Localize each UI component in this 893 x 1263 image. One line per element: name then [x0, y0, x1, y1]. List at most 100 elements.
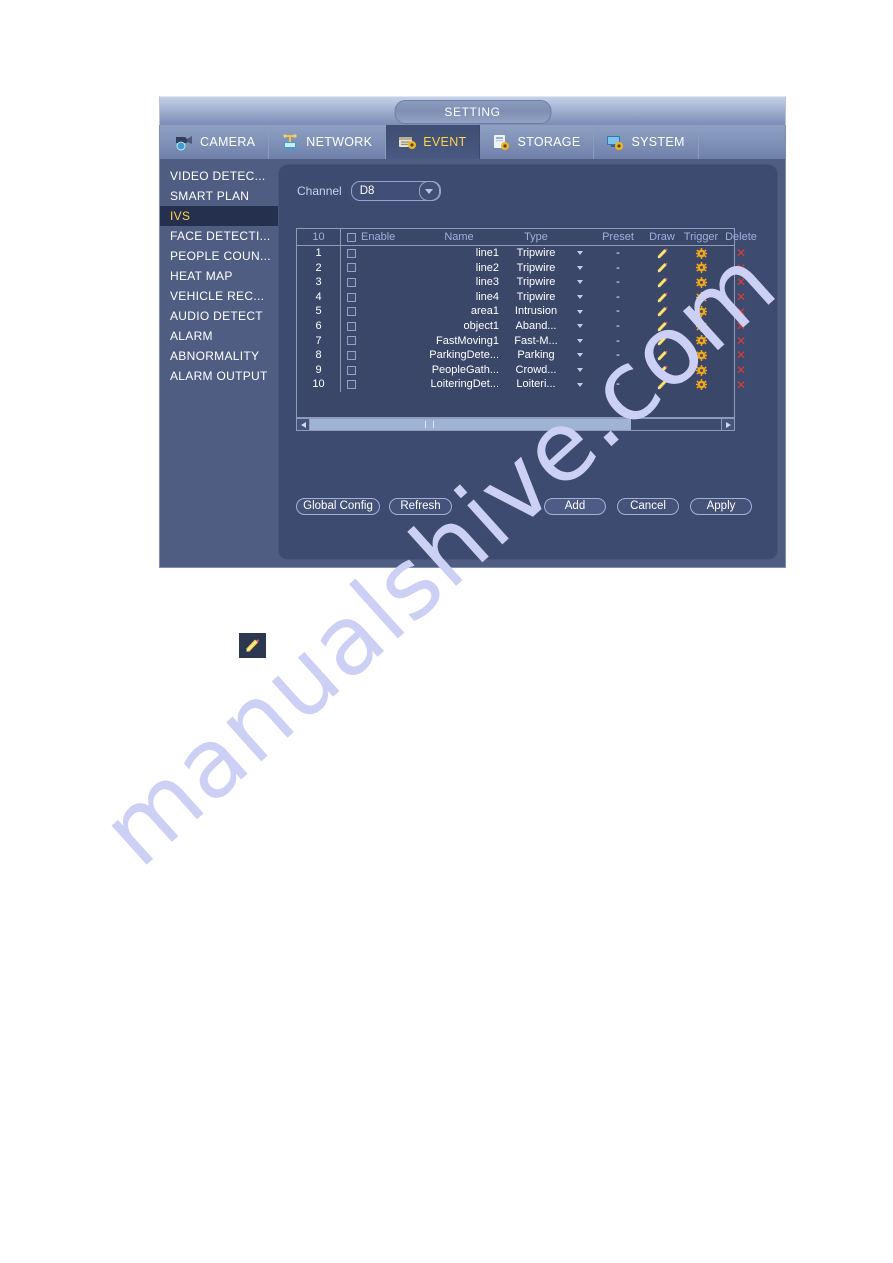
tab-network[interactable]: NETWORK: [269, 125, 387, 159]
chevron-down-icon[interactable]: [577, 368, 583, 373]
row-draw-button[interactable]: [643, 377, 681, 392]
row-draw-button[interactable]: [643, 304, 681, 319]
gear-icon[interactable]: [695, 306, 707, 318]
row-delete-button[interactable]: ✕: [721, 275, 761, 290]
chevron-down-icon[interactable]: [577, 382, 583, 387]
enable-checkbox[interactable]: [347, 248, 356, 258]
row-draw-button[interactable]: [643, 246, 681, 261]
row-type-dropdown[interactable]: [567, 377, 593, 392]
table-row[interactable]: 4 line4 Tripwire - ✕: [297, 289, 746, 305]
row-enable-cell[interactable]: [341, 348, 413, 363]
add-button[interactable]: Add: [544, 498, 606, 515]
refresh-button[interactable]: Refresh: [389, 498, 452, 515]
chevron-down-icon[interactable]: [577, 295, 583, 300]
gear-icon[interactable]: [695, 349, 707, 361]
table-row[interactable]: 7 FastMoving1 Fast-M... - ✕: [297, 333, 746, 349]
triangle-left-icon[interactable]: [297, 419, 310, 430]
enable-checkbox[interactable]: [347, 263, 356, 273]
chevron-down-icon[interactable]: [577, 309, 583, 314]
pencil-icon[interactable]: [656, 276, 669, 289]
row-type-dropdown[interactable]: [567, 304, 593, 319]
row-draw-button[interactable]: [643, 363, 681, 378]
row-draw-button[interactable]: [643, 334, 681, 349]
table-row[interactable]: 3 line3 Tripwire - ✕: [297, 275, 746, 290]
chevron-down-icon[interactable]: [577, 280, 583, 285]
row-enable-cell[interactable]: [341, 377, 413, 392]
tab-event[interactable]: EVENT: [386, 125, 481, 159]
chevron-down-icon[interactable]: [577, 265, 583, 270]
row-enable-cell[interactable]: [341, 319, 413, 334]
header-enable[interactable]: Enable: [341, 229, 413, 245]
pencil-icon[interactable]: [656, 334, 669, 347]
sidebar-item-video-detect[interactable]: VIDEO DETEC...: [160, 166, 279, 186]
gear-icon[interactable]: [695, 262, 707, 274]
row-trigger-button[interactable]: [681, 304, 721, 319]
tab-system[interactable]: SYSTEM: [594, 125, 699, 159]
tab-storage[interactable]: STORAGE: [480, 125, 595, 159]
gear-icon[interactable]: [695, 276, 707, 288]
close-x-icon[interactable]: ✕: [736, 379, 746, 391]
row-enable-cell[interactable]: [341, 261, 413, 276]
row-delete-button[interactable]: ✕: [721, 334, 761, 349]
row-draw-button[interactable]: [643, 261, 681, 276]
chevron-down-icon[interactable]: [577, 353, 583, 358]
pencil-icon[interactable]: [656, 305, 669, 318]
sidebar-item-face-detection[interactable]: FACE DETECTI...: [160, 226, 279, 246]
row-trigger-button[interactable]: [681, 348, 721, 363]
gear-icon[interactable]: [695, 291, 707, 303]
enable-checkbox[interactable]: [347, 307, 356, 317]
chevron-down-icon[interactable]: [577, 338, 583, 343]
pencil-icon[interactable]: [656, 320, 669, 333]
table-horizontal-scrollbar[interactable]: [296, 418, 735, 431]
row-type-dropdown[interactable]: [567, 275, 593, 290]
row-delete-button[interactable]: ✕: [721, 377, 761, 392]
row-enable-cell[interactable]: [341, 304, 413, 319]
sidebar-item-ivs[interactable]: IVS: [160, 206, 279, 226]
close-x-icon[interactable]: ✕: [736, 276, 746, 288]
row-delete-button[interactable]: ✕: [721, 246, 761, 261]
tab-camera[interactable]: CAMERA: [160, 125, 270, 159]
pencil-icon[interactable]: [656, 349, 669, 362]
close-x-icon[interactable]: ✕: [736, 320, 746, 332]
row-delete-button[interactable]: ✕: [721, 363, 761, 378]
row-type-dropdown[interactable]: [567, 290, 593, 305]
enable-checkbox[interactable]: [347, 292, 356, 302]
sidebar-item-heat-map[interactable]: HEAT MAP: [160, 266, 279, 286]
row-delete-button[interactable]: ✕: [721, 290, 761, 305]
row-type-dropdown[interactable]: [567, 334, 593, 349]
gear-icon[interactable]: [695, 335, 707, 347]
sidebar-item-people-counting[interactable]: PEOPLE COUN...: [160, 246, 279, 266]
gear-icon[interactable]: [695, 320, 707, 332]
sidebar-item-alarm[interactable]: ALARM: [160, 326, 279, 346]
close-x-icon[interactable]: ✕: [736, 247, 746, 259]
sidebar-item-abnormality[interactable]: ABNORMALITY: [160, 346, 279, 366]
pencil-icon[interactable]: [656, 261, 669, 274]
close-x-icon[interactable]: ✕: [736, 291, 746, 303]
enable-checkbox[interactable]: [347, 380, 356, 390]
row-draw-button[interactable]: [643, 275, 681, 290]
row-type-dropdown[interactable]: [567, 246, 593, 261]
gear-icon[interactable]: [695, 247, 707, 259]
close-x-icon[interactable]: ✕: [736, 262, 746, 274]
triangle-right-icon[interactable]: [721, 419, 734, 430]
close-x-icon[interactable]: ✕: [736, 349, 746, 361]
close-x-icon[interactable]: ✕: [736, 335, 746, 347]
row-trigger-button[interactable]: [681, 377, 721, 392]
row-draw-button[interactable]: [643, 348, 681, 363]
cancel-button[interactable]: Cancel: [617, 498, 679, 515]
table-row[interactable]: 10 LoiteringDet... Loiteri... - ✕: [297, 377, 746, 392]
pencil-icon[interactable]: [656, 291, 669, 304]
table-row[interactable]: 5 area1 Intrusion - ✕: [297, 304, 746, 319]
enable-checkbox[interactable]: [347, 277, 356, 287]
scrollbar-track[interactable]: [310, 419, 721, 430]
row-trigger-button[interactable]: [681, 261, 721, 276]
enable-checkbox[interactable]: [347, 321, 356, 331]
row-trigger-button[interactable]: [681, 319, 721, 334]
row-enable-cell[interactable]: [341, 275, 413, 290]
chevron-down-icon[interactable]: [418, 181, 440, 201]
row-trigger-button[interactable]: [681, 334, 721, 349]
global-config-button[interactable]: Global Config: [296, 498, 380, 515]
chevron-down-icon[interactable]: [577, 324, 583, 329]
pencil-icon[interactable]: [656, 247, 669, 260]
row-type-dropdown[interactable]: [567, 363, 593, 378]
